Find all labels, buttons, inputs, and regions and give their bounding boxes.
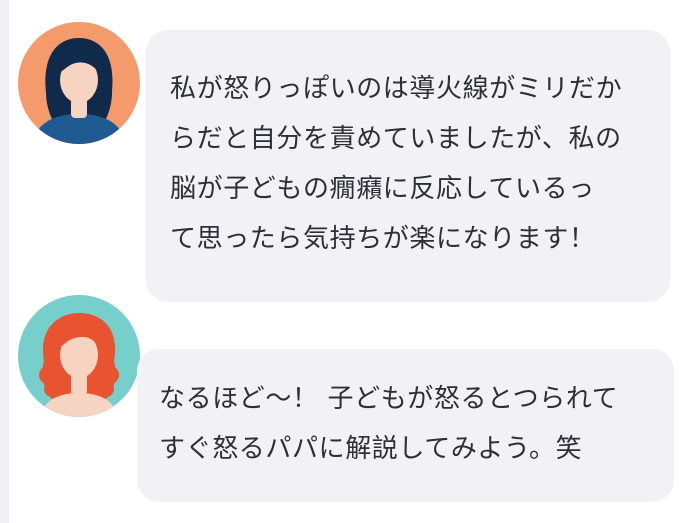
user-avatar: [18, 22, 140, 144]
message-line: なるほど〜！ 子どもが怒るとつられて: [159, 384, 619, 414]
message-bubble-assistant: なるほど〜！ 子どもが怒るとつられて すぐ怒るパパに解説してみよう。笑: [137, 349, 674, 502]
message-line: らだと自分を責めていましたが、私の: [170, 124, 622, 154]
woman-red-hair-icon: [18, 295, 140, 417]
message-line: て思ったら気持ちが楽になります！: [170, 224, 596, 254]
left-rail: [0, 0, 9, 523]
message-line: 脳が子どもの癇癪に反応しているっ: [170, 174, 595, 204]
message-bubble-user: 私が怒りっぽいのは導火線がミリだか らだと自分を責めていましたが、私の 脳が子ど…: [146, 30, 670, 302]
message-line: 私が怒りっぽいのは導火線がミリだか: [170, 74, 623, 104]
assistant-avatar: [18, 295, 140, 417]
message-line: すぐ怒るパパに解説してみよう。笑: [159, 434, 583, 464]
woman-dark-hair-icon: [18, 22, 140, 144]
